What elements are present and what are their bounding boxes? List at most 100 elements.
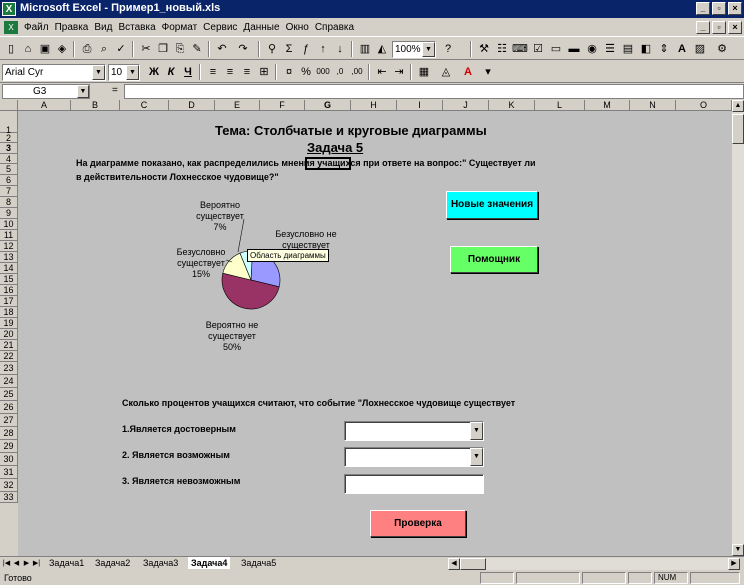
view-code-icon[interactable]: ⌨	[512, 41, 528, 57]
sheet-tab[interactable]: Задача3	[140, 557, 181, 569]
row-header[interactable]: 7	[0, 186, 18, 197]
borders-icon[interactable]: ▦	[416, 64, 432, 80]
scroll-down-icon[interactable]: ▼	[732, 544, 744, 556]
row-header[interactable]: 16	[0, 285, 18, 296]
hyperlink-icon[interactable]: ⚲	[264, 41, 280, 57]
row-header[interactable]: 30	[0, 453, 18, 466]
design-mode-icon[interactable]: ⚒	[476, 41, 492, 57]
copy-icon[interactable]: ❐	[155, 41, 171, 57]
column-header[interactable]: H	[351, 100, 397, 111]
h-scroll-thumb[interactable]	[460, 558, 486, 570]
column-header-selected[interactable]: G	[305, 100, 351, 111]
permission-icon[interactable]: ◈	[54, 41, 70, 57]
decrease-decimal-icon[interactable]: ,00	[349, 64, 365, 80]
active-cell-g3[interactable]	[305, 157, 351, 170]
name-box-dropdown-icon[interactable]: ▼	[77, 85, 89, 98]
radio-control-icon[interactable]: ◉	[584, 41, 600, 57]
row-header[interactable]: 14	[0, 263, 18, 274]
font-size-dropdown-icon[interactable]: ▼	[126, 65, 139, 80]
sort-ascending-icon[interactable]: ↑	[315, 41, 331, 57]
row-header[interactable]: 31	[0, 466, 18, 479]
new-file-icon[interactable]: ▯	[3, 41, 19, 57]
row-header[interactable]: 27	[0, 414, 18, 427]
menu-edit[interactable]: Правка	[55, 22, 89, 33]
print-preview-icon[interactable]: ⌕	[96, 41, 112, 57]
drawing-icon[interactable]: ◭	[374, 41, 390, 57]
row-header[interactable]: 1	[0, 111, 18, 135]
row-header[interactable]: 32	[0, 479, 18, 492]
row-header[interactable]: 24	[0, 375, 18, 388]
workbook-icon[interactable]: X	[4, 21, 18, 34]
zoom-select[interactable]: 100% ▼	[392, 41, 436, 58]
button-control-icon[interactable]: ▬	[566, 41, 582, 57]
scroll-left-icon[interactable]: ◀	[448, 558, 460, 570]
row-header[interactable]: 33	[0, 492, 18, 503]
font-name-dropdown-icon[interactable]: ▼	[92, 65, 105, 80]
first-sheet-icon[interactable]: |◀	[2, 558, 11, 569]
prev-sheet-icon[interactable]: ◀	[12, 558, 21, 569]
column-header[interactable]: F	[260, 100, 305, 111]
row-header[interactable]: 21	[0, 340, 18, 351]
row-header[interactable]: 12	[0, 241, 18, 252]
increase-indent-icon[interactable]: ⇥	[391, 64, 407, 80]
close-button[interactable]: ×	[728, 2, 742, 15]
toggle-control-icon[interactable]: ◧	[638, 41, 654, 57]
column-header[interactable]: D	[169, 100, 215, 111]
horizontal-scrollbar[interactable]: ◀ ▶	[448, 558, 740, 570]
row-header[interactable]: 5	[0, 164, 18, 175]
align-right-icon[interactable]: ≡	[239, 64, 255, 80]
increase-decimal-icon[interactable]: ,0	[332, 64, 348, 80]
next-sheet-icon[interactable]: ▶	[22, 558, 31, 569]
column-header[interactable]: I	[397, 100, 443, 111]
row-header[interactable]: 10	[0, 219, 18, 230]
label-control-icon[interactable]: A	[674, 41, 690, 57]
menu-file[interactable]: Файл	[24, 22, 49, 33]
menu-view[interactable]: Вид	[94, 22, 112, 33]
menu-help[interactable]: Справка	[315, 22, 354, 33]
row-header[interactable]: 15	[0, 274, 18, 285]
row-header[interactable]: 22	[0, 351, 18, 362]
row-header[interactable]: 26	[0, 401, 18, 414]
column-header[interactable]: K	[489, 100, 535, 111]
row-header[interactable]: 13	[0, 252, 18, 263]
thousands-icon[interactable]: 000	[315, 64, 331, 80]
chart-wizard-icon[interactable]: ▥	[357, 41, 373, 57]
underline-icon[interactable]: Ч	[180, 64, 196, 80]
restore-button[interactable]: ▫	[712, 2, 726, 15]
name-box[interactable]: G3 ▼	[2, 84, 90, 99]
answer-3-textbox[interactable]	[344, 474, 484, 494]
excel-app-icon[interactable]: X	[2, 2, 16, 16]
cut-icon[interactable]: ✂	[138, 41, 154, 57]
row-header[interactable]: 29	[0, 440, 18, 453]
menu-tools[interactable]: Сервис	[203, 22, 237, 33]
row-header[interactable]: 3	[0, 143, 18, 154]
check-button[interactable]: Проверка	[370, 510, 466, 537]
spin-control-icon[interactable]: ⇕	[656, 41, 672, 57]
decrease-indent-icon[interactable]: ⇤	[374, 64, 390, 80]
menu-data[interactable]: Данные	[243, 22, 279, 33]
row-header[interactable]: 25	[0, 388, 18, 401]
menu-insert[interactable]: Вставка	[118, 22, 155, 33]
open-folder-icon[interactable]: ⌂	[20, 41, 36, 57]
redo-icon[interactable]: ↷	[235, 41, 251, 57]
select-all-corner[interactable]	[0, 100, 18, 111]
align-left-icon[interactable]: ≡	[205, 64, 221, 80]
properties-icon[interactable]: ☷	[494, 41, 510, 57]
scroll-up-icon[interactable]: ▲	[732, 100, 744, 112]
listbox-control-icon[interactable]: ☰	[602, 41, 618, 57]
column-header[interactable]: J	[443, 100, 489, 111]
combobox-control-icon[interactable]: ▤	[620, 41, 636, 57]
print-icon[interactable]: ⎙	[79, 41, 95, 57]
chevron-down-icon[interactable]: ▼	[470, 448, 483, 466]
menu-format[interactable]: Формат	[162, 22, 198, 33]
doc-close-button[interactable]: ×	[728, 21, 742, 34]
toolbar-options-icon[interactable]: ▾	[480, 64, 496, 80]
doc-restore-button[interactable]: ▫	[712, 21, 726, 34]
new-values-button[interactable]: Новые значения	[446, 191, 538, 219]
row-header[interactable]: 4	[0, 154, 18, 164]
formula-input[interactable]	[124, 84, 744, 99]
autosum-icon[interactable]: Σ	[281, 41, 297, 57]
formula-equals[interactable]: =	[112, 85, 118, 96]
help-icon[interactable]: ?	[440, 41, 456, 57]
zoom-dropdown-icon[interactable]: ▼	[422, 42, 435, 57]
